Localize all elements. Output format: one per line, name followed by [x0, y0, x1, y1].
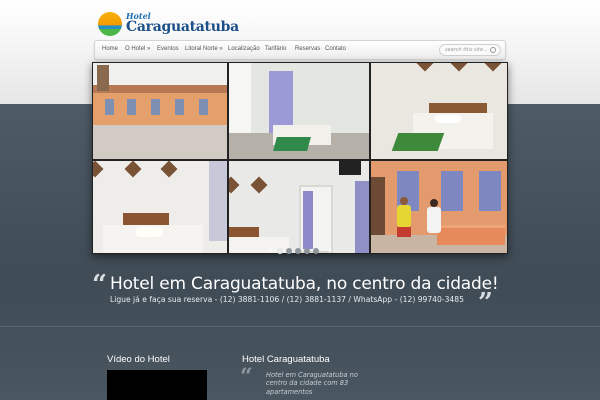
slider-dot[interactable]: [286, 248, 292, 254]
photo-detail: [269, 71, 293, 133]
logo-line-2: Caraguatatuba: [126, 19, 239, 35]
search-input[interactable]: search this site...: [445, 47, 488, 53]
photo-detail: [135, 227, 163, 237]
video-section-title: Vídeo do Hotel: [107, 354, 170, 365]
slider-dot[interactable]: [277, 248, 283, 254]
photo-detail: [229, 176, 240, 194]
photo-detail: [339, 161, 361, 175]
photo-detail: [93, 161, 104, 178]
photo-detail: [97, 65, 109, 91]
photo-room-doorway[interactable]: [229, 161, 369, 253]
photo-detail: [93, 125, 227, 159]
photo-detail: [391, 133, 445, 151]
hotel-logo[interactable]: Hotel Caraguatatuba: [96, 10, 239, 38]
photo-detail: [479, 171, 501, 211]
photo-lobby-guests[interactable]: [371, 161, 507, 253]
photo-detail: [437, 225, 505, 245]
photo-detail: [127, 99, 136, 115]
sunset-logo-icon: [98, 12, 122, 36]
photo-detail: [209, 161, 227, 241]
page-headline: Hotel em Caraguatatuba, no centro da cid…: [110, 274, 499, 294]
slider-next-button[interactable]: ›: [324, 244, 336, 256]
close-quote-icon: ”: [478, 288, 493, 318]
photo-detail: [93, 85, 227, 93]
photo-detail: [151, 99, 160, 115]
photo-detail: [416, 63, 434, 72]
photo-detail: [160, 161, 178, 178]
hotel-video-player[interactable]: [107, 370, 207, 400]
photo-detail: [199, 99, 208, 115]
photo-detail: [441, 171, 463, 211]
slider-prev-button[interactable]: ‹: [264, 244, 276, 256]
hotel-description: Hotel em Caraguatatuba no centro da cida…: [266, 371, 358, 396]
quote-icon: “: [240, 364, 253, 390]
photo-detail: [303, 191, 313, 249]
photo-detail: [105, 99, 114, 115]
nav-item-home[interactable]: Home: [102, 46, 118, 52]
contact-phones: Ligue já e faça sua reserva - (12) 3881-…: [110, 295, 464, 304]
photo-room-single[interactable]: [93, 161, 227, 253]
photo-detail: [273, 137, 311, 151]
slider-dot[interactable]: [295, 248, 301, 254]
slider-dot[interactable]: [313, 248, 319, 254]
photo-room-purple-door[interactable]: [229, 63, 369, 159]
nav-item-litoral-norte[interactable]: Litoral Norte »: [185, 46, 223, 52]
photo-room-double-bed[interactable]: [371, 63, 507, 159]
photo-detail: [250, 176, 268, 194]
nav-item-contato[interactable]: Contato: [325, 46, 346, 52]
slider-dot[interactable]: [304, 248, 310, 254]
section-divider: [0, 326, 600, 327]
photo-detail: [397, 205, 411, 227]
photo-detail: [484, 63, 502, 72]
photo-detail: [175, 99, 184, 115]
photo-detail: [355, 181, 369, 253]
nav-item-localizacao[interactable]: Localização: [228, 46, 260, 52]
photo-detail: [397, 227, 411, 237]
photo-detail: [400, 197, 408, 205]
photo-slider[interactable]: [92, 62, 508, 254]
photo-hotel-exterior[interactable]: [93, 63, 227, 159]
slider-pagination: [277, 247, 319, 255]
nav-item-eventos[interactable]: Eventos: [157, 46, 179, 52]
search-box[interactable]: search this site...: [439, 44, 501, 56]
photo-detail: [124, 161, 142, 178]
nav-item-reservas[interactable]: Reservas: [295, 46, 320, 52]
open-quote-icon: “: [92, 270, 107, 300]
main-navigation: Home O Hotel » Eventos Litoral Norte » L…: [94, 40, 506, 60]
nav-item-o-hotel[interactable]: O Hotel »: [125, 46, 150, 52]
hotel-section-title: Hotel Caraguatatuba: [242, 354, 330, 365]
photo-detail: [435, 115, 461, 123]
search-icon[interactable]: [490, 47, 496, 53]
photo-detail: [427, 207, 441, 233]
nav-item-tarifario[interactable]: Tarifário: [265, 46, 286, 52]
photo-detail: [430, 199, 438, 207]
photo-detail: [450, 63, 468, 72]
